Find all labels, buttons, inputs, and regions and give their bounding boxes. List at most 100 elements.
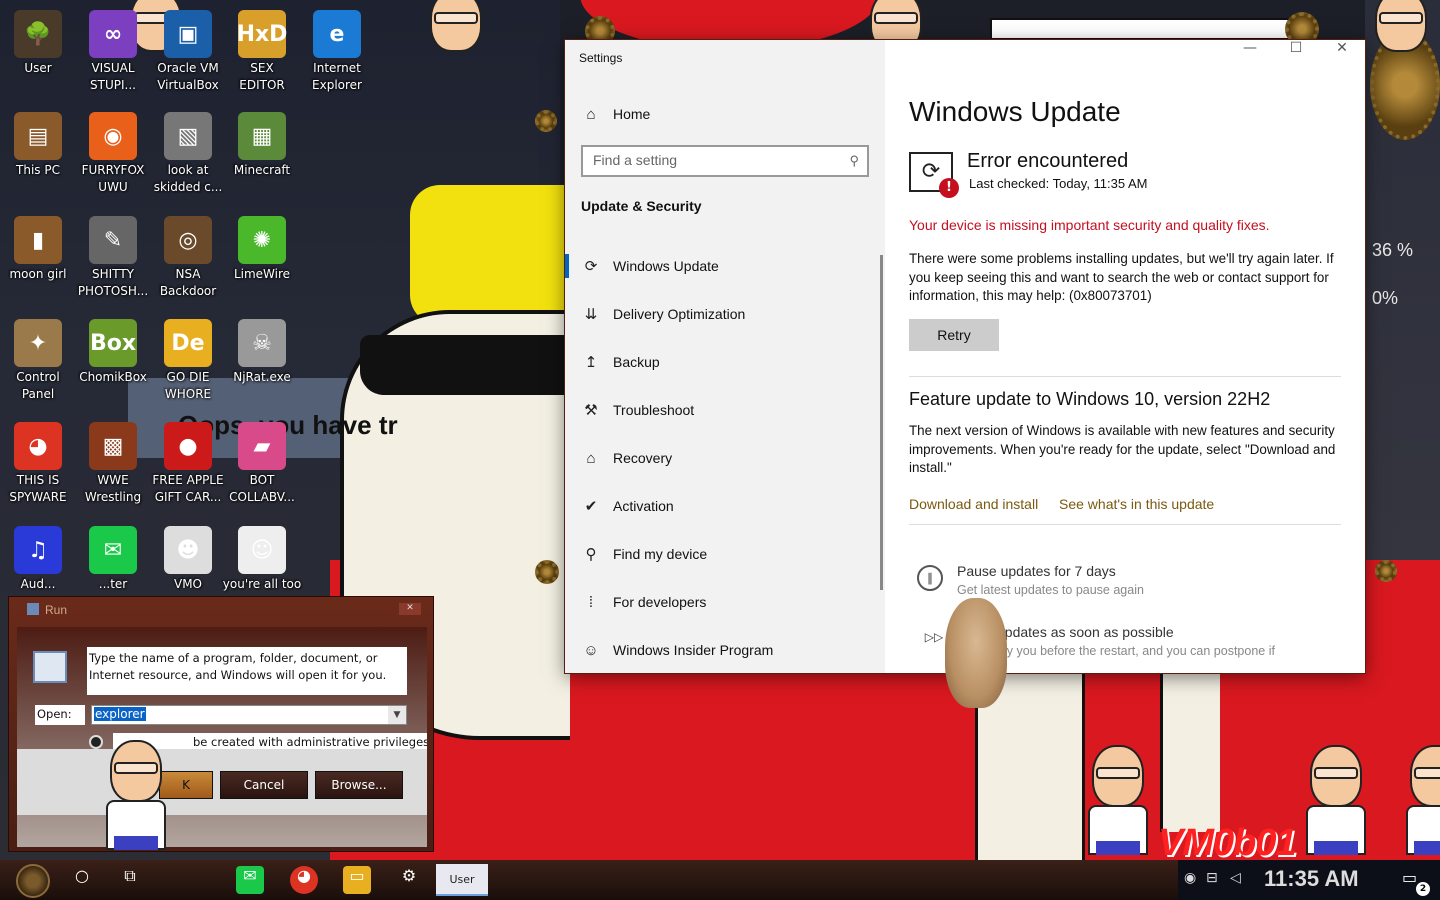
desktop-icon-label: GO DIE WHORE — [164, 370, 212, 401]
search-icon: ⚲ — [849, 153, 859, 168]
tray-app-icon[interactable]: ◉ — [1184, 870, 1196, 886]
desktop-icon[interactable]: Box ChomikBox — [75, 315, 151, 415]
desktop-icon[interactable]: ▩ WWE Wrestling — [75, 418, 151, 518]
app-icon: e — [313, 10, 361, 58]
nav-item-find-my-device[interactable]: ⚲ Find my device — [581, 540, 871, 568]
nav-item-delivery-optimization[interactable]: ⇊ Delivery Optimization — [581, 300, 871, 328]
desktop-icon[interactable]: ◕ THIS IS SPYWARE — [0, 418, 76, 518]
chrome-icon[interactable]: ◕ — [290, 866, 318, 894]
app-icon: ◎ — [164, 216, 212, 264]
gear-icon — [1375, 560, 1397, 582]
settings-search-input[interactable]: Find a setting ⚲ — [581, 145, 869, 177]
whats-new-link[interactable]: See what's in this update — [1059, 496, 1214, 512]
volume-muted-icon[interactable]: ◁ — [1230, 870, 1241, 886]
nav-scrollbar[interactable] — [880, 255, 883, 590]
app-icon: ◕ — [14, 422, 62, 470]
desktop-icon[interactable]: ▰ BOT COLLABV... — [224, 418, 300, 518]
app-icon: ▩ — [89, 422, 137, 470]
settings-window[interactable]: Settings ⌂ Home Find a setting ⚲ Update … — [565, 40, 1365, 673]
cancel-button[interactable]: Cancel — [220, 771, 308, 799]
run-dialog[interactable]: Run ✕ Type the name of a program, folder… — [8, 596, 434, 852]
developer-icon: ⁞ — [588, 593, 594, 611]
delivery-icon: ⇊ — [584, 306, 598, 323]
nav-item-windows-update[interactable]: ⟳ Windows Update — [565, 252, 871, 280]
nav-home[interactable]: ⌂ Home — [581, 102, 650, 126]
desktop-icon[interactable]: e Internet Explorer — [299, 6, 375, 106]
percentage-readout: 36 % — [1372, 240, 1414, 260]
open-input[interactable]: explorer ▼ — [91, 705, 407, 725]
desktop-icon[interactable]: ▧ look at skidded c... — [150, 108, 226, 208]
cartoon-sticker — [420, 0, 492, 100]
app-icon: ● — [164, 422, 212, 470]
file-explorer-icon[interactable]: ▭ — [343, 866, 371, 894]
pause-updates-subtitle: Get latest updates to pause again — [957, 583, 1144, 597]
desktop-icon[interactable]: ▤ This PC — [0, 108, 76, 208]
messenger-icon[interactable]: ✉ — [236, 866, 264, 894]
gear-icon — [535, 560, 559, 584]
desktop-icon[interactable]: ▮ moon girl — [0, 212, 76, 312]
desktop-icon[interactable]: ▣ Oracle VM VirtualBox — [150, 6, 226, 106]
nav-item-label: Activation — [613, 498, 674, 514]
app-icon: ☺ — [238, 526, 286, 574]
start-button[interactable] — [16, 864, 50, 898]
desktop-icon-label: you're all too — [222, 577, 302, 591]
check-circle-icon: ✔ — [584, 498, 598, 515]
desktop-icon[interactable]: ◉ FURRYFOX UWU — [75, 108, 151, 208]
desktop-icon-label: Internet Explorer — [312, 61, 362, 92]
notification-icon[interactable]: ▭ 2 — [1402, 868, 1430, 896]
browse-button[interactable]: Browse... — [315, 771, 403, 799]
open-input-value: explorer — [94, 707, 146, 721]
backup-icon: ↥ — [584, 354, 598, 371]
nav-item-recovery[interactable]: ⌂ Recovery — [581, 444, 871, 472]
desktop-icon[interactable]: ☠ NjRat.exe — [224, 315, 300, 415]
desktop-icon-label: Oracle VM VirtualBox — [157, 61, 219, 92]
desktop-icon[interactable]: HxD SEX EDITOR — [224, 6, 300, 106]
nav-item-troubleshoot[interactable]: ⚒ Troubleshoot — [581, 396, 871, 424]
desktop-icon[interactable]: ✎ SHITTY PHOTOSH... — [75, 212, 151, 312]
desktop-icon[interactable]: ✦ Control Panel — [0, 315, 76, 415]
wallpaper-top-shape — [990, 18, 1290, 40]
settings-gear-icon[interactable]: ⚙ — [395, 866, 423, 894]
nav-section-title: Update & Security — [581, 198, 702, 214]
desktop-icon-label: ChomikBox — [79, 370, 147, 384]
nav-item-label: Windows Insider Program — [613, 642, 774, 658]
desktop-icon-label: NSA Backdoor — [159, 267, 217, 298]
percentage-readout-2: 0% — [1372, 288, 1399, 308]
app-icon: ▣ — [164, 10, 212, 58]
chevron-down-icon[interactable]: ▼ — [388, 706, 406, 724]
minimize-button[interactable]: — — [1227, 40, 1273, 74]
app-icon: ▧ — [164, 112, 212, 160]
nav-item-activation[interactable]: ✔ Activation — [581, 492, 871, 520]
run-titlebar[interactable]: Run ✕ — [9, 597, 433, 623]
clock[interactable]: 11:35 AM — [1264, 866, 1359, 892]
close-button[interactable]: ✕ — [399, 603, 421, 615]
close-button[interactable]: ✕ — [1319, 40, 1365, 74]
divider — [909, 376, 1341, 377]
taskbar-user-app[interactable]: User — [436, 864, 488, 896]
nav-item-backup[interactable]: ↥ Backup — [581, 348, 871, 376]
maximize-button[interactable]: ☐ — [1273, 40, 1319, 74]
app-icon: ∞ — [89, 10, 137, 58]
desktop-icon[interactable]: De GO DIE WHORE — [150, 315, 226, 415]
desktop-icon[interactable]: ◎ NSA Backdoor — [150, 212, 226, 312]
feature-update-title: Feature update to Windows 10, version 22… — [909, 389, 1271, 409]
search-icon[interactable]: ○ — [68, 866, 96, 894]
desktop-icon[interactable]: ✺ LimeWire — [224, 212, 300, 312]
person-pin-icon: ⚲ — [585, 546, 597, 563]
retry-button[interactable]: Retry — [909, 319, 999, 351]
desktop-icon[interactable]: 🌳 User — [0, 6, 76, 106]
desktop-icon[interactable]: ∞ VISUAL STUPI... — [75, 6, 151, 106]
network-icon[interactable]: ⊟ — [1206, 870, 1218, 886]
app-icon: HxD — [237, 10, 287, 58]
app-icon: ☻ — [164, 526, 212, 574]
asap-title: updates as soon as possible — [997, 624, 1174, 640]
task-view-icon[interactable]: ⧉ — [116, 866, 144, 894]
desktop-icon[interactable]: ● FREE APPLE GIFT CAR... — [150, 418, 226, 518]
desktop-icon[interactable]: ▦ Minecraft — [224, 108, 300, 208]
nav-item-windows-insider-program[interactable]: ☺ Windows Insider Program — [581, 636, 871, 664]
desktop-icon-label: This PC — [16, 163, 60, 177]
download-install-link[interactable]: Download and install — [909, 496, 1038, 512]
nav-item-for-developers[interactable]: ⁞ For developers — [581, 588, 871, 616]
desktop-icon-label: FURRYFOX UWU — [81, 163, 145, 194]
desktop-icon-label: LimeWire — [233, 267, 291, 281]
